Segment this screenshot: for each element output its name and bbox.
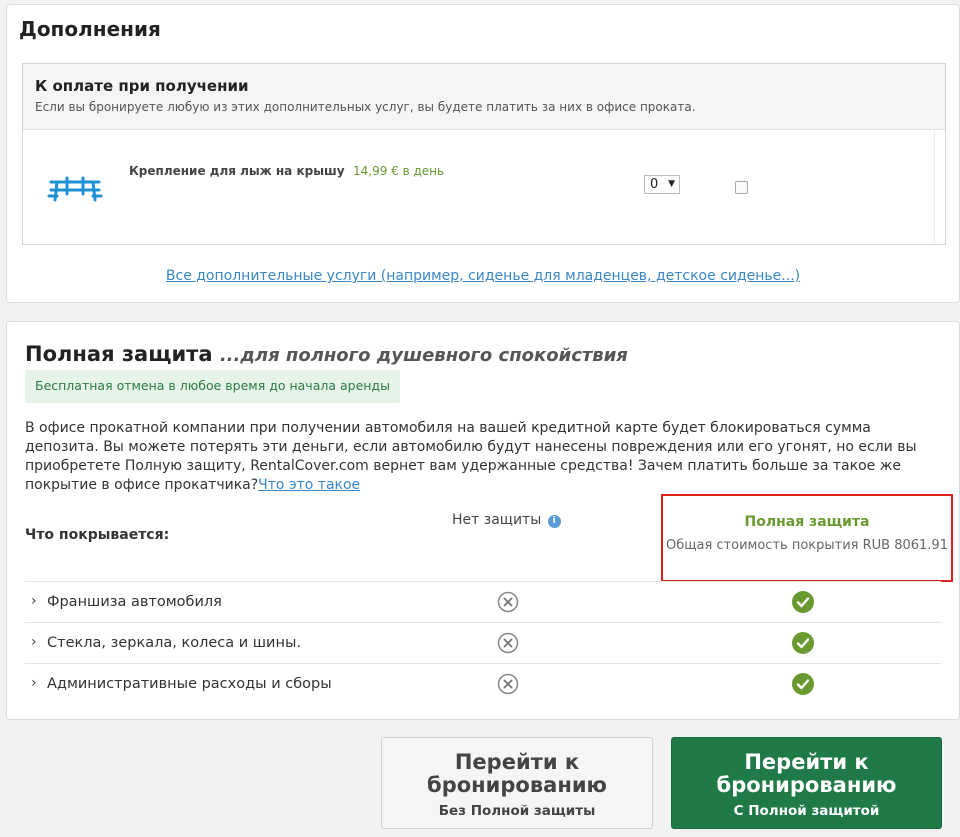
no-protection-header: Нет защиты i [452, 512, 561, 528]
info-icon[interactable]: i [547, 515, 561, 528]
covered-check-icon [792, 632, 814, 654]
not-covered-icon [497, 632, 519, 654]
protection-description-text: В офисе прокатной компании при получении… [25, 420, 917, 493]
continue-without-protection-button[interactable]: Перейти к бронированию Без Полной защиты [381, 737, 653, 829]
pay-on-pickup-title: К оплате при получении [35, 77, 249, 95]
chevron-right-icon: › [31, 675, 37, 691]
button-sub-label: Без Полной защиты [438, 803, 596, 819]
chevron-right-icon: › [31, 634, 37, 650]
pay-on-pickup-box: К оплате при получении Если вы бронирует… [22, 63, 946, 245]
extra-item-row: Крепление для лыж на крышу 14,99 € в ден… [23, 130, 945, 245]
extras-title: Дополнения [19, 17, 161, 41]
coverage-row[interactable]: › Административные расходы и сборы [25, 663, 941, 704]
extra-item-price: 14,99 € в день [353, 164, 445, 178]
what-is-this-link[interactable]: Что это такое [258, 477, 360, 493]
full-protection-card: Полная защита ...для полного душевного с… [6, 321, 960, 720]
protection-heading: Полная защита ...для полного душевного с… [25, 342, 628, 366]
pay-on-pickup-desc: Если вы бронируете любую из этих дополни… [35, 100, 696, 114]
continue-with-protection-button[interactable]: Перейти к бронированию С Полной защитой [671, 737, 942, 829]
coverage-row-label: Стекла, зеркала, колеса и шины. [47, 635, 302, 651]
no-protection-label: Нет защиты [452, 512, 542, 528]
coverage-row[interactable]: › Стекла, зеркала, колеса и шины. [25, 622, 941, 663]
not-covered-icon [497, 673, 519, 695]
full-protection-total-cost: Общая стоимость покрытия RUB 8061.91 [666, 538, 948, 553]
button-main-label: Перейти к бронированию [427, 750, 607, 797]
button-main-label: Перейти к бронированию [716, 750, 897, 797]
covered-check-icon [792, 673, 814, 695]
extra-item-name: Крепление для лыж на крышу [129, 164, 345, 178]
coverage-column-label: Что покрывается: [25, 527, 170, 543]
button-sub-label: С Полной защитой [733, 803, 880, 819]
dropdown-arrow-icon: ▼ [668, 179, 675, 189]
extras-card: Дополнения К оплате при получении Если в… [6, 4, 960, 303]
coverage-row-label: Административные расходы и сборы [47, 676, 332, 692]
extra-item-checkbox[interactable] [735, 181, 748, 194]
coverage-row[interactable]: › Франшиза автомобиля [25, 581, 941, 622]
quantity-select[interactable]: 0 ▼ [644, 175, 680, 194]
chevron-right-icon: › [31, 593, 37, 609]
full-protection-price-box: Полная защита Общая стоимость покрытия R… [661, 494, 953, 582]
all-extras-link[interactable]: Все дополнительные услуги (например, сид… [7, 268, 959, 284]
free-cancellation-badge: Бесплатная отмена в любое время до начал… [25, 370, 400, 403]
covered-check-icon [792, 591, 814, 613]
protection-title: Полная защита [25, 342, 213, 366]
ski-rack-icon [47, 176, 103, 202]
protection-description: В офисе прокатной компании при получении… [25, 419, 935, 495]
not-covered-icon [497, 591, 519, 613]
pay-on-pickup-header: К оплате при получении Если вы бронирует… [23, 64, 945, 130]
protection-subtitle: ...для полного душевного спокойствия [219, 345, 628, 366]
full-protection-column-title: Полная защита [744, 514, 870, 530]
coverage-row-label: Франшиза автомобиля [47, 594, 222, 610]
quantity-value: 0 [650, 177, 659, 192]
